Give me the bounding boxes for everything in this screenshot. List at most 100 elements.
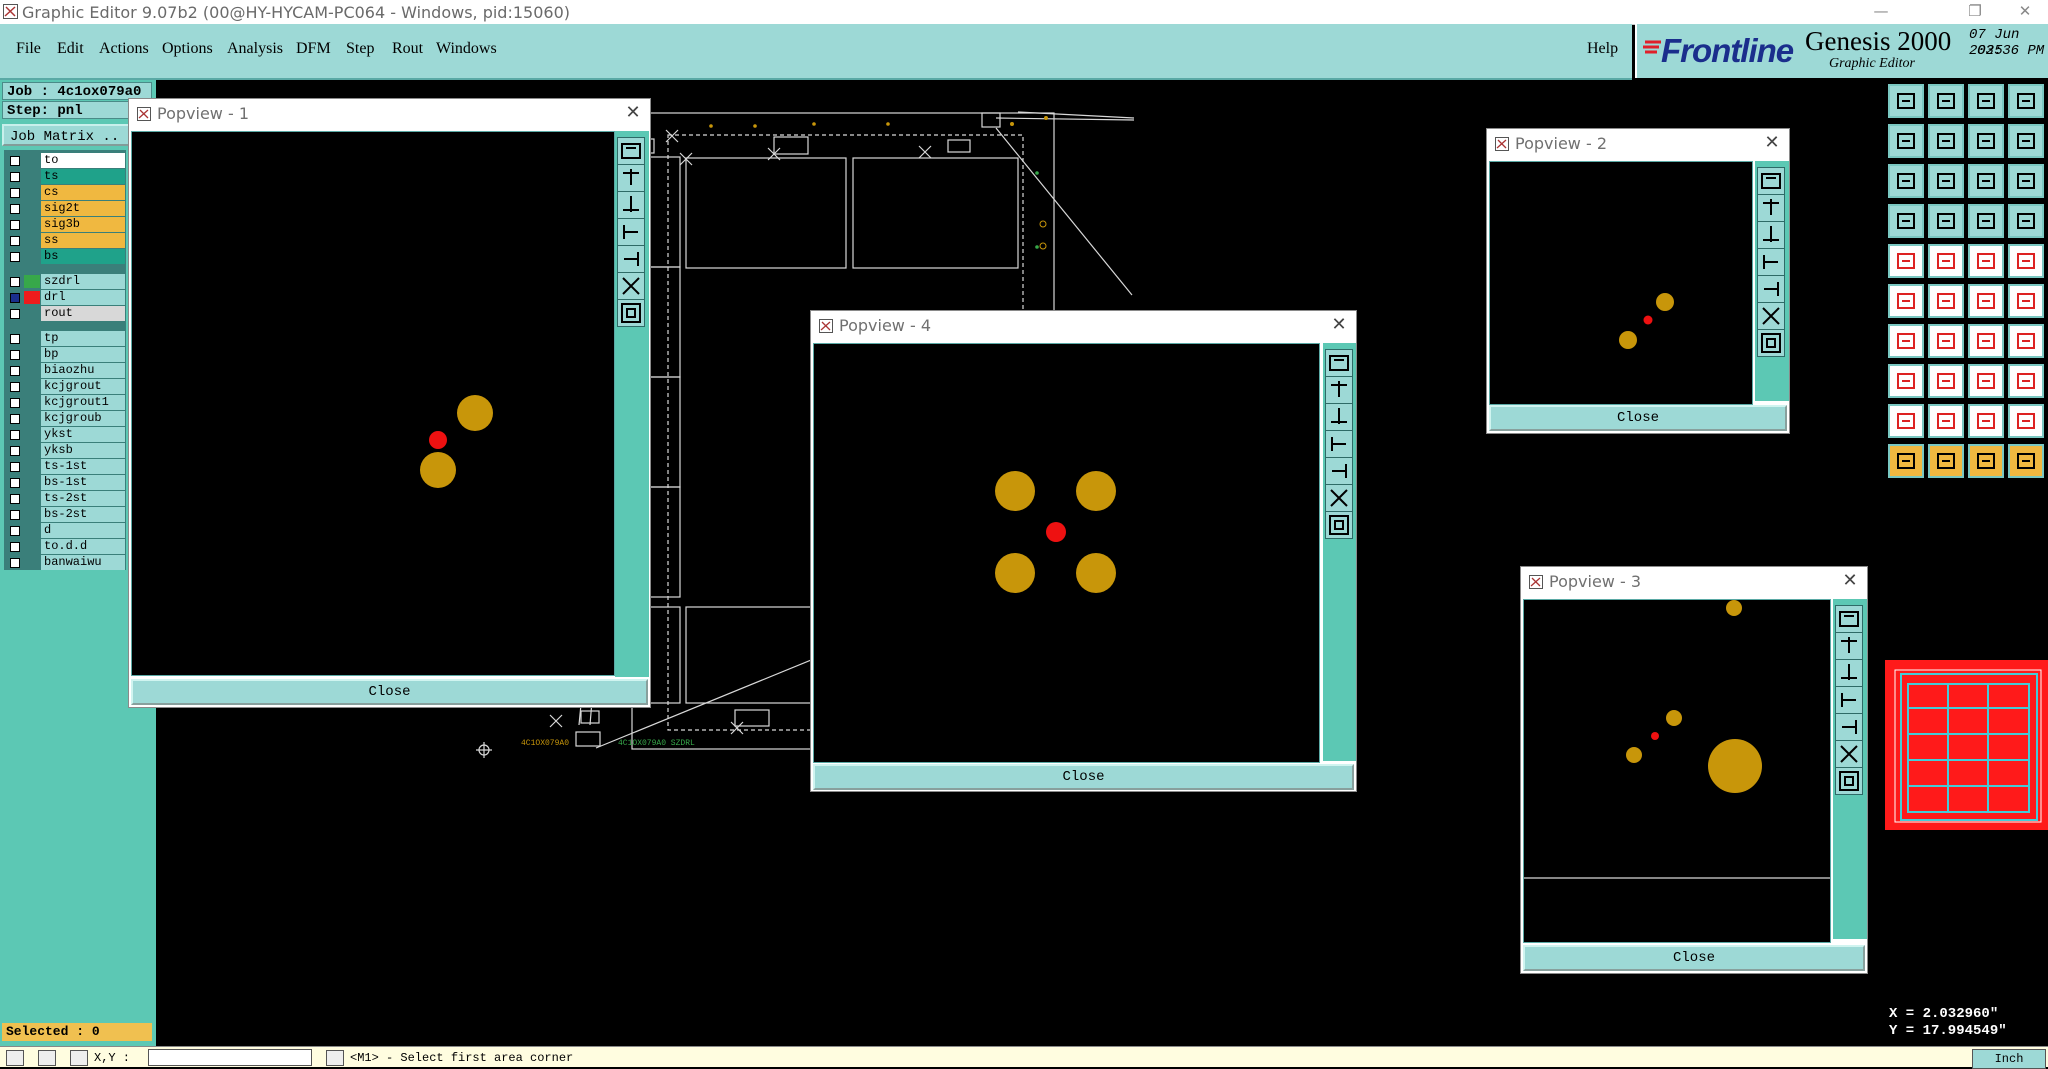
mirror-icon[interactable] bbox=[2008, 324, 2044, 358]
redraw-icon[interactable] bbox=[2008, 124, 2044, 158]
view-tool-button[interactable] bbox=[617, 245, 645, 273]
layer-checkbox[interactable] bbox=[10, 478, 20, 488]
view-tool-button[interactable] bbox=[1325, 430, 1353, 458]
layer-checkbox[interactable] bbox=[10, 430, 20, 440]
layer-row[interactable]: drl bbox=[4, 290, 126, 305]
menu-step[interactable]: Step bbox=[346, 40, 374, 58]
layer-checkbox[interactable] bbox=[10, 446, 20, 456]
pointer-c-icon[interactable] bbox=[1968, 444, 2004, 478]
view-tool-button[interactable] bbox=[1835, 632, 1863, 660]
restore-button[interactable]: ❐ bbox=[1952, 0, 1998, 24]
view-tool-button[interactable] bbox=[1835, 686, 1863, 714]
popview-1-close-icon[interactable]: ✕ bbox=[622, 102, 644, 124]
layer-row[interactable]: ykst bbox=[4, 427, 126, 442]
layer-row[interactable]: bs bbox=[4, 249, 126, 264]
ratio-icon[interactable] bbox=[1968, 164, 2004, 198]
line-icon[interactable] bbox=[1928, 244, 1964, 278]
layer-checkbox[interactable] bbox=[10, 204, 20, 214]
menu-windows[interactable]: Windows bbox=[436, 40, 497, 58]
layer-checkbox[interactable] bbox=[10, 220, 20, 230]
save-icon[interactable] bbox=[1888, 84, 1924, 118]
layer-checkbox[interactable] bbox=[10, 494, 20, 504]
view-tool-button[interactable] bbox=[1757, 194, 1785, 222]
zoom-window-icon[interactable] bbox=[1968, 124, 2004, 158]
pointer-b-icon[interactable] bbox=[1928, 444, 1964, 478]
layer-checkbox[interactable] bbox=[10, 398, 20, 408]
view-tool-button[interactable] bbox=[617, 272, 645, 300]
layer-row[interactable]: yksb bbox=[4, 443, 126, 458]
triangle-icon[interactable] bbox=[1888, 404, 1924, 438]
connect-icon[interactable] bbox=[1888, 284, 1924, 318]
pointer-icon[interactable] bbox=[1888, 444, 1924, 478]
select-icon[interactable] bbox=[1888, 364, 1924, 398]
layer-checkbox[interactable] bbox=[10, 188, 20, 198]
layer-checkbox[interactable] bbox=[10, 462, 20, 472]
zoom-in-icon[interactable] bbox=[1888, 164, 1924, 198]
layer-checkbox[interactable] bbox=[10, 382, 20, 392]
layer-checkbox[interactable] bbox=[10, 366, 20, 376]
open-icon[interactable] bbox=[1928, 84, 1964, 118]
layer-row[interactable]: to.d.d bbox=[4, 539, 126, 554]
view-tool-button[interactable] bbox=[1325, 484, 1353, 512]
dot-icon[interactable] bbox=[2008, 244, 2044, 278]
layer-row[interactable]: banwaiwu bbox=[4, 555, 126, 570]
triangle-b-icon[interactable] bbox=[1928, 404, 1964, 438]
layer-row[interactable]: kcjgrout bbox=[4, 379, 126, 394]
grid-toggle-icon[interactable] bbox=[1928, 204, 1964, 238]
popview-3-canvas[interactable] bbox=[1523, 599, 1831, 943]
layer-checkbox[interactable] bbox=[10, 350, 20, 360]
layer-checkbox[interactable] bbox=[10, 277, 20, 287]
triangle-d-icon[interactable] bbox=[2008, 404, 2044, 438]
view-tool-button[interactable] bbox=[1835, 605, 1863, 633]
view-tool-button[interactable] bbox=[1757, 329, 1785, 357]
view-tool-button[interactable] bbox=[1835, 659, 1863, 687]
layer-row[interactable]: kcjgrout1 bbox=[4, 395, 126, 410]
view-tool-button[interactable] bbox=[617, 137, 645, 165]
view-tool-button[interactable] bbox=[617, 164, 645, 192]
xy-input[interactable] bbox=[148, 1049, 312, 1066]
layer-checkbox[interactable] bbox=[10, 334, 20, 344]
layer-checkbox[interactable] bbox=[10, 510, 20, 520]
move-icon[interactable] bbox=[1968, 284, 2004, 318]
dash-icon[interactable] bbox=[1968, 244, 2004, 278]
snap-icon[interactable] bbox=[6, 1050, 24, 1066]
layer-checkbox[interactable] bbox=[10, 156, 20, 166]
popview-2-close-icon[interactable]: ✕ bbox=[1761, 132, 1783, 154]
pan-left-icon[interactable] bbox=[1888, 124, 1924, 158]
group-icon[interactable] bbox=[2008, 364, 2044, 398]
menu-actions[interactable]: Actions bbox=[99, 40, 149, 58]
menu-options[interactable]: Options bbox=[162, 40, 213, 58]
slash-icon[interactable] bbox=[1928, 324, 1964, 358]
view-tool-button[interactable] bbox=[1325, 511, 1353, 539]
minimize-button[interactable]: — bbox=[1858, 0, 1904, 24]
layer-row[interactable]: ts-2st bbox=[4, 491, 126, 506]
view-tool-button[interactable] bbox=[1325, 349, 1353, 377]
layer-row[interactable]: to bbox=[4, 153, 126, 168]
popview-3-close-icon[interactable]: ✕ bbox=[1839, 570, 1861, 592]
view-tool-button[interactable] bbox=[1757, 167, 1785, 195]
view-tool-button[interactable] bbox=[1757, 302, 1785, 330]
triangle-c-icon[interactable] bbox=[1968, 404, 2004, 438]
measure-icon[interactable] bbox=[38, 1050, 56, 1066]
popview-1-close-button[interactable]: Close bbox=[131, 679, 648, 705]
mode-icon[interactable] bbox=[326, 1050, 344, 1066]
view-tool-button[interactable] bbox=[617, 218, 645, 246]
menu-dfm[interactable]: DFM bbox=[296, 40, 331, 58]
menu-file[interactable]: File bbox=[16, 40, 41, 58]
popview-4-close-icon[interactable]: ✕ bbox=[1328, 314, 1350, 336]
angle-icon[interactable] bbox=[1888, 324, 1924, 358]
layer-checkbox[interactable] bbox=[10, 414, 20, 424]
layer-row[interactable]: bp bbox=[4, 347, 126, 362]
menu-rout[interactable]: Rout bbox=[392, 40, 423, 58]
popview-2-canvas[interactable] bbox=[1489, 161, 1753, 405]
menu-edit[interactable]: Edit bbox=[57, 40, 84, 58]
layer-row[interactable]: szdrl bbox=[4, 274, 126, 289]
layer-row[interactable]: tp bbox=[4, 331, 126, 346]
layer-checkbox[interactable] bbox=[10, 542, 20, 552]
close-window-button[interactable]: ✕ bbox=[2002, 0, 2048, 24]
grid-icon[interactable] bbox=[2008, 84, 2044, 118]
layer-checkbox[interactable] bbox=[10, 309, 20, 319]
pan-right-icon[interactable] bbox=[1928, 124, 1964, 158]
view-tool-button[interactable] bbox=[1757, 248, 1785, 276]
layer-row[interactable]: bs-2st bbox=[4, 507, 126, 522]
